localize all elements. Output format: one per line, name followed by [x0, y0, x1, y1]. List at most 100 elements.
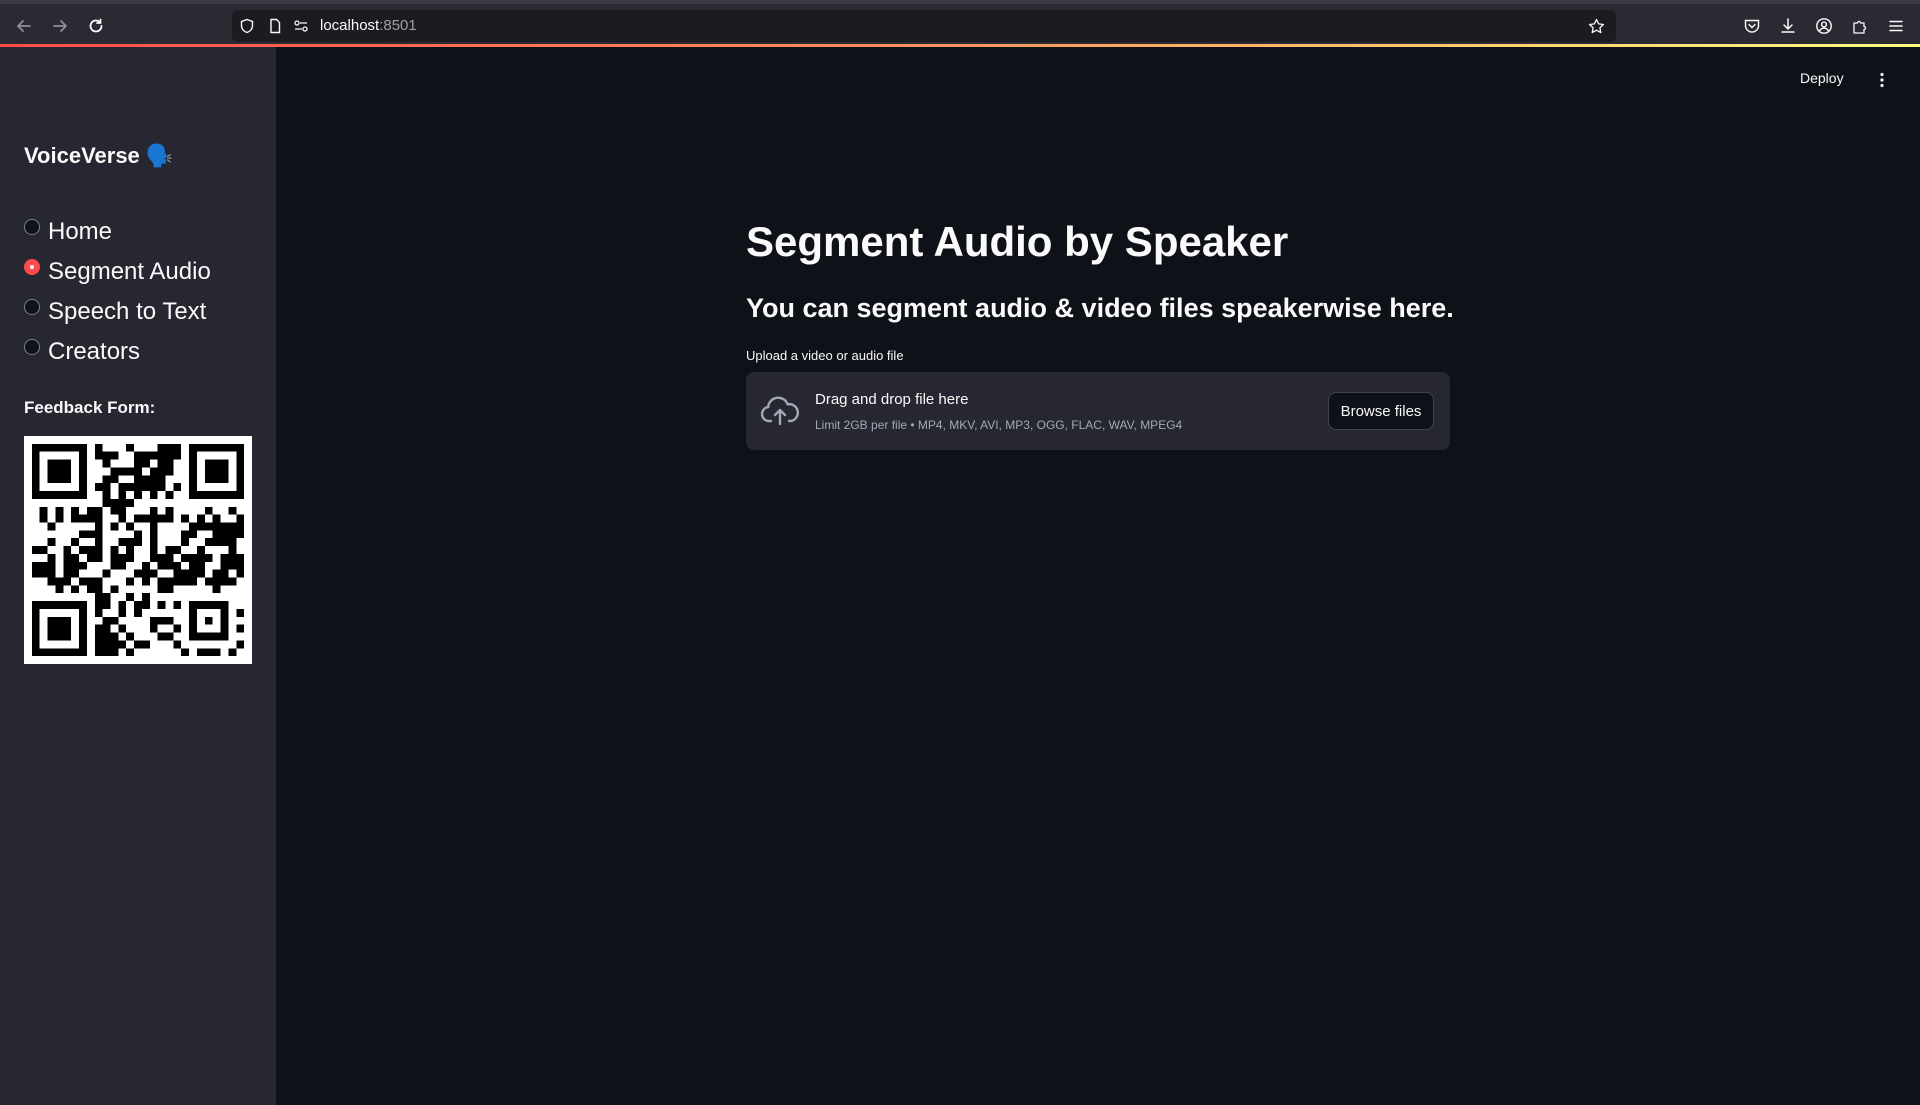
qr-module [63, 577, 72, 586]
file-dropzone[interactable]: Drag and drop file here Limit 2GB per fi… [746, 372, 1450, 450]
qr-module [149, 467, 158, 476]
qr-module [86, 514, 95, 523]
qr-module [126, 632, 135, 641]
qr-module [157, 459, 166, 468]
qr-module [110, 553, 119, 562]
qr-module [141, 577, 150, 586]
qr-module [157, 561, 166, 570]
more-options-icon[interactable] [1872, 70, 1892, 90]
qr-module [118, 553, 127, 562]
reload-icon[interactable] [82, 12, 110, 40]
qr-module [212, 569, 221, 578]
qr-module [102, 640, 111, 649]
account-icon[interactable] [1814, 16, 1834, 36]
nav-item-home[interactable]: Home [24, 215, 211, 255]
nav-item-label: Segment Audio [48, 258, 211, 285]
nav-item-label: Home [48, 218, 113, 245]
qr-module [173, 569, 182, 578]
qr-module [149, 546, 158, 554]
qr-module [71, 569, 80, 578]
url-host: localhost [320, 17, 380, 34]
qr-module [165, 467, 174, 476]
qr-module [110, 467, 119, 476]
qr-module [165, 491, 174, 499]
qr-module [102, 491, 111, 499]
qr-module [141, 451, 150, 460]
qr-module [173, 624, 182, 633]
qr-module [149, 522, 158, 531]
qr-module [94, 577, 103, 586]
qr-module [102, 569, 111, 578]
qr-module [181, 577, 190, 586]
pocket-icon[interactable] [1742, 16, 1762, 36]
qr-module [204, 538, 213, 547]
nav-item-creators[interactable]: Creators [24, 335, 211, 375]
radio-button-selected[interactable] [24, 259, 40, 275]
qr-module [79, 514, 87, 523]
page-icon[interactable] [266, 17, 284, 35]
qr-module [134, 608, 142, 617]
qr-module [31, 546, 40, 554]
dropzone-instructions: Drag and drop file here [815, 391, 969, 408]
qr-module [94, 538, 103, 547]
qr-module [118, 498, 127, 507]
qr-module [39, 546, 48, 554]
browse-files-button[interactable]: Browse files [1328, 392, 1434, 430]
qr-module [94, 530, 103, 539]
qr-module [102, 593, 111, 602]
qr-module [102, 498, 111, 507]
qr-module [126, 467, 135, 476]
qr-module [86, 506, 95, 515]
qr-module [94, 483, 103, 492]
qr-module [228, 506, 237, 515]
radio-button[interactable] [24, 219, 40, 235]
nav-item-speech-to-text[interactable]: Speech to Text [24, 295, 211, 335]
qr-module [141, 459, 150, 468]
qr-module [181, 530, 190, 539]
hamburger-menu-icon[interactable] [1886, 16, 1906, 36]
qr-module [220, 561, 229, 570]
permissions-icon[interactable] [292, 17, 310, 35]
qr-module [94, 640, 103, 649]
qr-module [94, 624, 103, 633]
qr-module [102, 483, 111, 492]
app-title-text: VoiceVerse [24, 143, 140, 168]
address-bar[interactable]: localhost:8501 [232, 10, 1616, 42]
qr-module [204, 648, 213, 657]
qr-module [165, 561, 174, 570]
back-icon[interactable] [10, 12, 38, 40]
qr-module [118, 538, 127, 547]
qr-module [118, 506, 127, 515]
deploy-button[interactable]: Deploy [1800, 70, 1844, 86]
qr-module [126, 546, 135, 554]
downloads-icon[interactable] [1778, 16, 1798, 36]
forward-icon[interactable] [46, 12, 74, 40]
qr-module [110, 498, 119, 507]
qr-module [236, 624, 245, 633]
qr-module [141, 475, 150, 484]
bookmark-star-icon[interactable] [1587, 17, 1605, 35]
qr-module [181, 553, 190, 562]
qr-module [149, 569, 158, 578]
qr-module [134, 467, 142, 476]
nav-item-segment-audio[interactable]: Segment Audio [24, 255, 211, 295]
qr-module [157, 451, 166, 460]
extensions-icon[interactable] [1850, 16, 1870, 36]
qr-module [173, 561, 182, 570]
qr-module [173, 443, 182, 452]
shield-icon[interactable] [238, 17, 256, 35]
qr-module [157, 475, 166, 484]
qr-module [94, 632, 103, 641]
qr-module [196, 569, 205, 578]
radio-button[interactable] [24, 339, 40, 355]
qr-module [126, 577, 135, 586]
qr-module [149, 491, 158, 499]
qr-module [63, 561, 72, 570]
qr-module [228, 561, 237, 570]
qr-module [196, 522, 205, 531]
sidebar: VoiceVerse 🗣️ Home Segment Audio Speech … [0, 47, 276, 1105]
loading-indicator [0, 44, 1920, 47]
qr-module [196, 648, 205, 657]
qr-module [94, 648, 103, 657]
radio-button[interactable] [24, 299, 40, 315]
